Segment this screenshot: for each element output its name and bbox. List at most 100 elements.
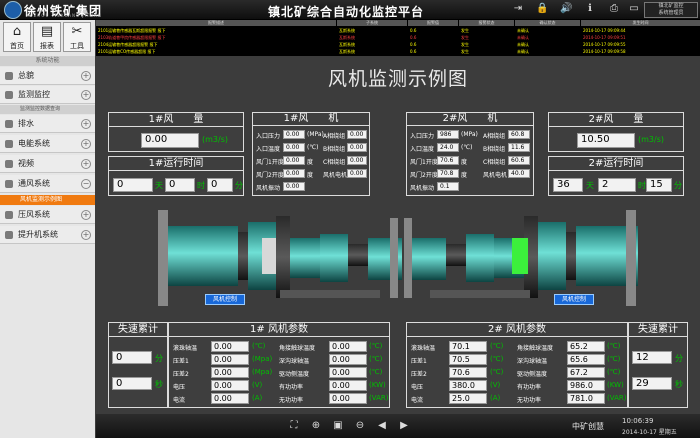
fan1-drawing[interactable] — [158, 210, 402, 306]
nav-item-hoist[interactable]: 提升机系统 + — [0, 226, 95, 244]
user-line-2: 系统管理员 — [658, 10, 684, 16]
fan2-param-unit: (A) — [490, 394, 501, 402]
fan2-param-unit: (VAR) — [607, 394, 627, 402]
unit-minute: 分 — [155, 354, 163, 363]
fan2-param-value: 781.0 — [567, 393, 605, 404]
volume-icon[interactable]: 🔊 — [560, 3, 572, 15]
toolbar-home-button[interactable]: ⌂ 首页 — [3, 22, 31, 52]
alarm-col-time: 发生时间 — [581, 20, 700, 26]
toolbar-label: 首页 — [10, 42, 24, 50]
brand-logo-icon — [4, 1, 22, 19]
fan1-unit: 度 — [307, 172, 314, 179]
expand-icon[interactable]: + — [81, 90, 91, 100]
alarm-col-desc: 报警描述 — [96, 20, 336, 26]
expand-icon[interactable]: + — [81, 139, 91, 149]
fan1-value: 0.00 — [347, 156, 367, 165]
nav-item-ventilation[interactable]: 通风系统 − — [0, 175, 95, 193]
fan1-accum-seconds: 0 — [112, 377, 152, 390]
alarm-desc: 2104运输巷传感器超限报警 报下 — [98, 42, 158, 47]
fan2-control-button[interactable]: 风机控制 — [554, 294, 594, 305]
clock-date: 2014-10-17 星期五 — [622, 429, 677, 436]
expand-icon[interactable]: + — [81, 210, 91, 220]
expand-icon[interactable]: + — [81, 159, 91, 169]
alarm-system: 瓦斯系统 — [339, 35, 355, 40]
info-icon[interactable]: ℹ — [584, 3, 596, 15]
alarm-row[interactable]: 2104运输巷传感器超限报警 报下 瓦斯系统 0.6 发生 未确认 2014-1… — [96, 42, 700, 48]
fan1-param-value: 0.00 — [211, 380, 249, 391]
nav-sub-monitor-query[interactable]: 监测监控数据查询 — [0, 105, 95, 114]
expand-icon[interactable]: + — [81, 119, 91, 129]
top-header: 徐州铁矿集团 XUZHOU TIEKUANG JITUAN 镇北矿综合自动化监控… — [0, 0, 700, 20]
fan1-param-label: 有功功率 — [279, 384, 304, 391]
nav-item-monitor[interactable]: 监测监控 + — [0, 86, 95, 104]
collapse-icon[interactable]: − — [81, 179, 91, 189]
fan1-value: 0.00 — [347, 143, 367, 152]
nav-item-drainage[interactable]: 排水 + — [0, 115, 95, 133]
toolbar-report-button[interactable]: ▤ 报表 — [33, 22, 61, 52]
zoom-out-icon[interactable]: ⊖ — [354, 420, 366, 432]
fan2-value: 70.8 — [437, 169, 459, 178]
fan1-motor — [320, 234, 348, 282]
alarm-status: 发生 — [461, 42, 469, 47]
compressor-icon — [5, 211, 13, 219]
print-icon[interactable]: ⎙ — [608, 3, 620, 15]
fan1-param-unit: (Mpa) — [252, 355, 273, 363]
toolbar-tools-button[interactable]: ✂ 工具 — [63, 22, 91, 52]
zoom-in-icon[interactable]: ⊕ — [310, 420, 322, 432]
fan2-param-unit: (KW) — [607, 381, 624, 389]
left-nav: ⌂ 首页 ▤ 报表 ✂ 工具 系统功能 总貌 + 监测监控 + 监测监控数据查询 排… — [0, 20, 95, 438]
nav-item-video[interactable]: 视频 + — [0, 155, 95, 173]
fan1-unit: (℃) — [307, 144, 319, 151]
unit-hour: 时 — [197, 181, 205, 190]
nav-sub-fan-demo-selected[interactable]: 风机监测示例图 — [0, 195, 95, 205]
forward-icon[interactable]: ▶ — [398, 420, 410, 432]
unit-day: 天 — [586, 181, 594, 190]
fan1-param-value: 0.00 — [211, 367, 249, 378]
nav-item-power[interactable]: 电能系统 + — [0, 135, 95, 153]
alarm-desc: 2101运输巷CO传感器超限 报下 — [98, 49, 156, 54]
fan1-param-value: 0.00 — [211, 341, 249, 352]
expand-icon[interactable]: + — [81, 71, 91, 81]
fan1-value: 0.00 — [283, 156, 305, 165]
fan1-label: 风机振动 — [256, 185, 281, 192]
nav-item-compressed-air[interactable]: 压风系统 + — [0, 206, 95, 224]
nav-item-label: 监测监控 — [18, 90, 50, 99]
fan2-param-unit: (℃) — [607, 355, 621, 363]
alarm-row[interactable]: 2103轨道巷甲烷传感器超限报警 报下 瓦斯系统 0.6 发生 未确认 2014… — [96, 35, 700, 41]
fan1-value: 0.00 — [347, 130, 367, 139]
monitor-icon[interactable]: ▭ — [628, 3, 640, 15]
fan2-info-panel: 2#风 机 入口压力 986 (MPa) 入口温度 24.0 (℃) 风门1开度… — [406, 112, 534, 196]
lock-icon[interactable]: 🔒 — [536, 3, 548, 15]
alarm-ack: 未确认 — [517, 42, 529, 47]
alarm-row[interactable]: 2101运输巷CO传感器超限 报下 瓦斯系统 0.6 发生 未确认 2014-1… — [96, 49, 700, 55]
expand-icon[interactable]: + — [81, 230, 91, 240]
exit-icon[interactable]: ⇥ — [512, 3, 524, 15]
fan1-control-button[interactable]: 风机控制 — [205, 294, 245, 305]
fan2-flange-right — [626, 210, 636, 306]
user-box[interactable]: 镇北矿监控 系统管理员 — [644, 2, 698, 18]
fan1-param-value: 0.00 — [211, 393, 249, 404]
fan1-unit: 度 — [307, 159, 314, 166]
fan2-drawing[interactable] — [404, 210, 638, 306]
nav-item-label: 通风系统 — [18, 179, 50, 188]
alarm-row[interactable]: 2101运输巷传感器瓦斯超限报警 报下 瓦斯系统 0.6 发生 未确认 2014… — [96, 28, 700, 34]
fan2-param-value: 65.6 — [567, 354, 605, 365]
fan2-value: 60.6 — [508, 156, 530, 165]
unit-second: 秒 — [155, 380, 163, 389]
fan1-param-label: 电流 — [173, 397, 186, 404]
fullscreen-icon[interactable]: ⛶ — [288, 420, 300, 432]
nav-item-label: 排水 — [18, 119, 34, 128]
fan2-value: 60.8 — [508, 130, 530, 139]
fan2-minutes: 15 — [646, 178, 672, 192]
zoom-fit-icon[interactable]: ▣ — [332, 420, 344, 432]
nav-item-overview[interactable]: 总貌 + — [0, 67, 95, 85]
nav-item-label: 视频 — [18, 159, 34, 168]
fan1-param-label: 压差1 — [173, 358, 189, 365]
alarm-value: 0.6 — [410, 35, 417, 40]
alarm-time: 2014-10-17 09:09:55 — [583, 42, 626, 47]
fan2-param-label: 有功功率 — [517, 384, 542, 391]
fan2-label: C相绕组 — [483, 159, 506, 166]
back-icon[interactable]: ◀ — [376, 420, 388, 432]
alarm-time: 2014-10-17 09:09:58 — [583, 49, 626, 54]
fan2-param-value: 70.6 — [449, 367, 487, 378]
